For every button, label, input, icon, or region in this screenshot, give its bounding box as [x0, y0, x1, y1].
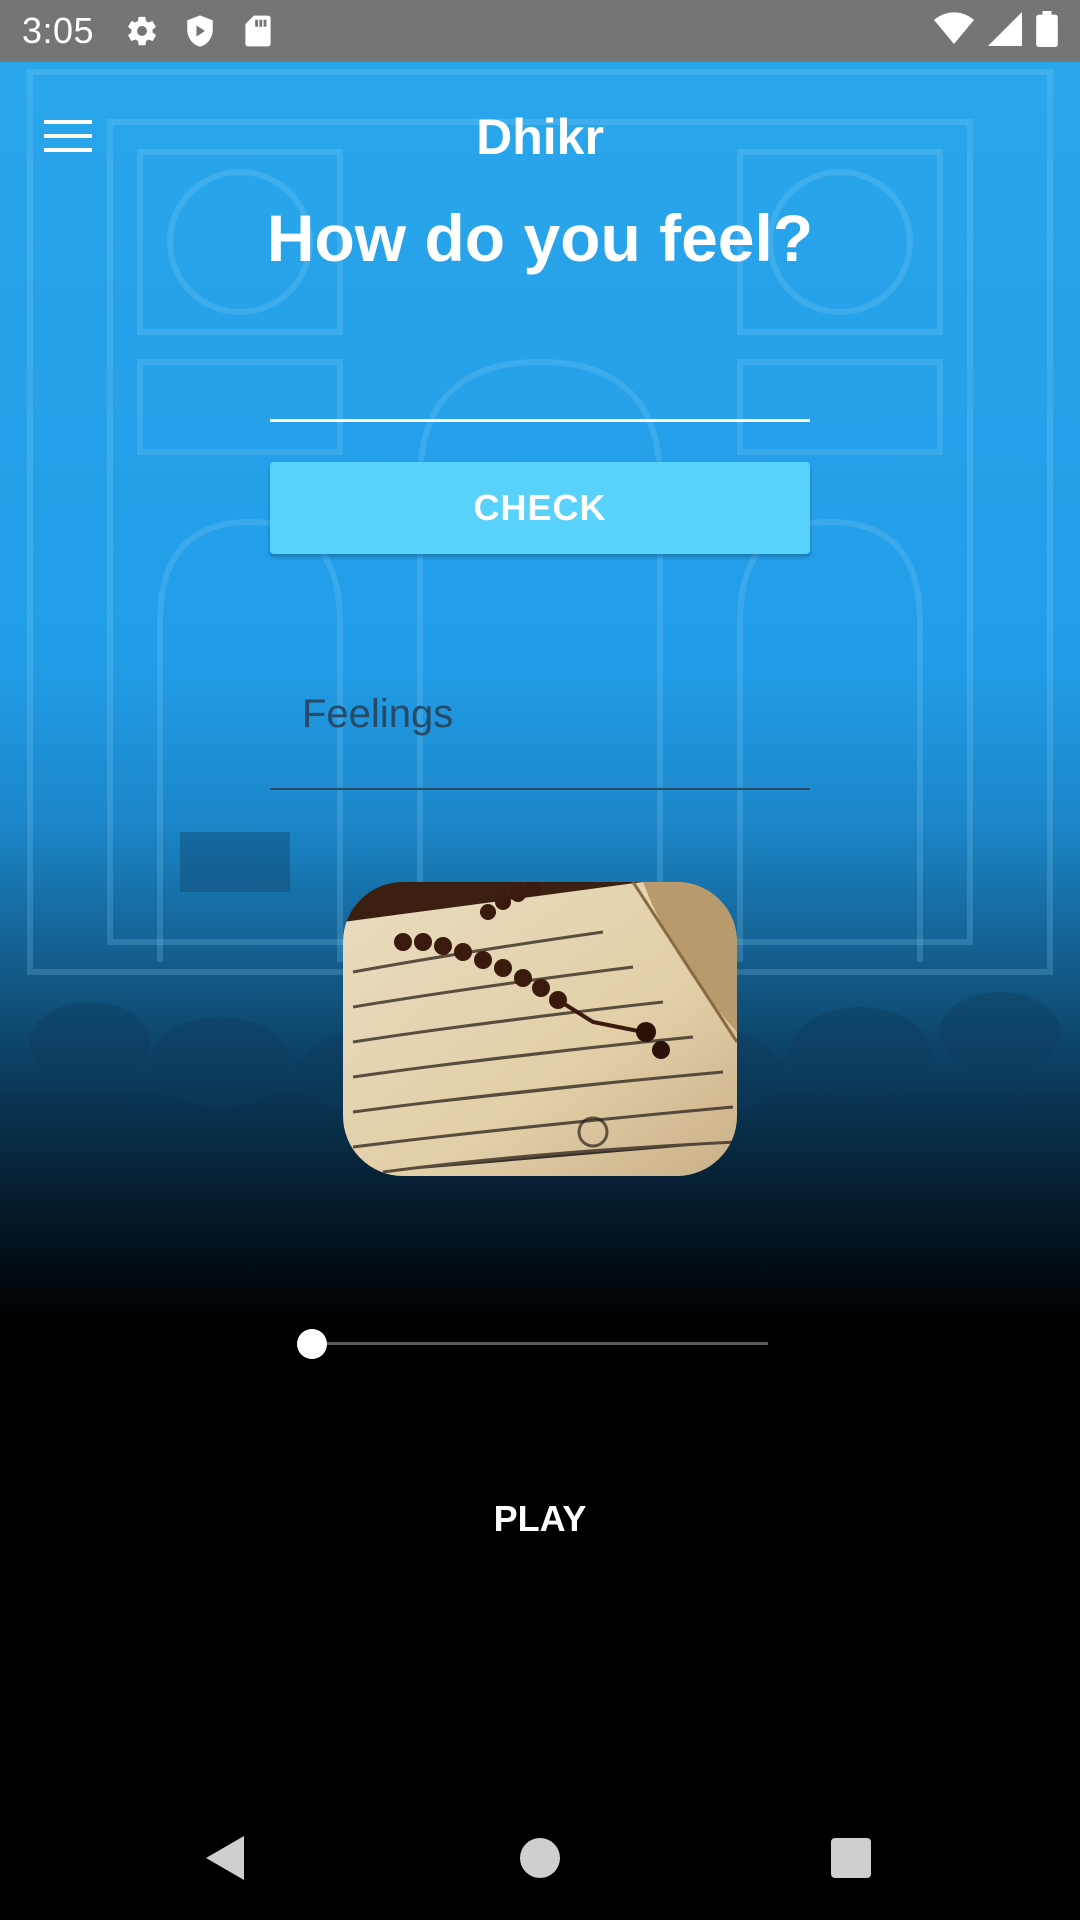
- app-title: Dhikr: [476, 109, 604, 165]
- quran-image: [343, 882, 737, 1176]
- sd-card-icon: [238, 11, 278, 51]
- battery-icon: [1036, 10, 1058, 52]
- status-time: 3:05: [22, 10, 95, 51]
- seek-bar[interactable]: [312, 1342, 768, 1345]
- feelings-field[interactable]: Feelings: [270, 672, 810, 790]
- feelings-text: Feelings: [302, 692, 454, 736]
- home-icon[interactable]: [520, 1838, 560, 1878]
- play-button[interactable]: PLAY: [440, 1484, 640, 1554]
- cell-signal-icon: [988, 11, 1022, 51]
- recents-icon[interactable]: [831, 1838, 871, 1878]
- page-heading: How do you feel?: [266, 201, 814, 275]
- gear-icon: [122, 11, 162, 51]
- check-button[interactable]: CHECK: [270, 462, 810, 554]
- back-icon[interactable]: [204, 1834, 248, 1882]
- shield-icon: [180, 11, 220, 51]
- seek-bar-thumb[interactable]: [297, 1329, 327, 1359]
- feeling-input[interactable]: [270, 360, 810, 422]
- wifi-icon: [934, 11, 974, 51]
- status-bar: 3:05: [0, 0, 1080, 62]
